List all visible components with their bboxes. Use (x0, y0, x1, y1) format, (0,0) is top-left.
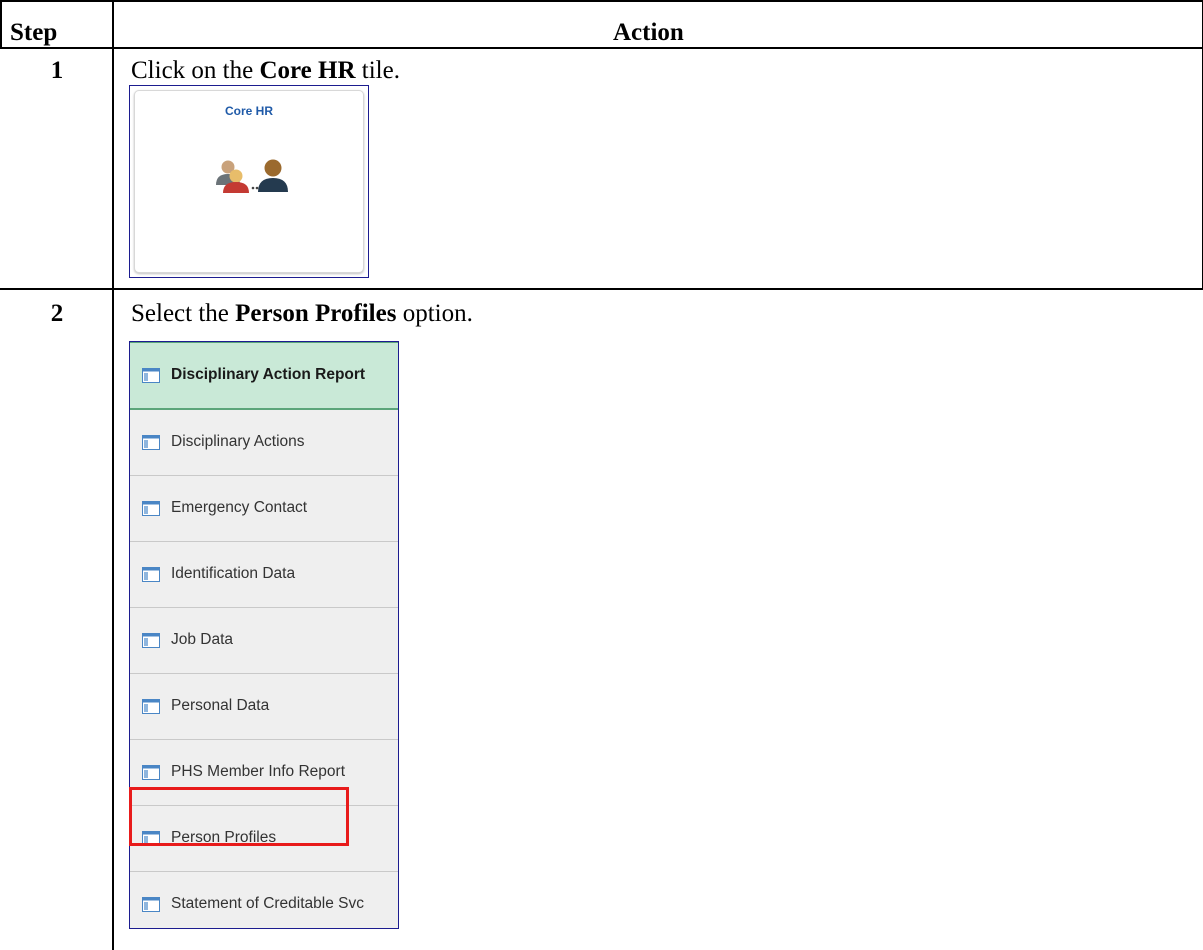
menu-item-statement-of-creditable-svc[interactable]: Statement of Creditable Svc (130, 872, 398, 928)
menu-item-label: PHS Member Info Report (171, 763, 346, 780)
header-step: Step (10, 19, 58, 46)
core-hr-tile[interactable]: Core HR (129, 85, 369, 278)
instruction-2-text: Select the (131, 300, 236, 327)
component-page-icon (142, 435, 160, 450)
menu-item-personal-data[interactable]: Personal Data (130, 674, 398, 740)
menu-item-job-data[interactable]: Job Data (130, 608, 398, 674)
menu-item-label: Disciplinary Actions (171, 433, 305, 450)
menu-item-label: Personal Data (171, 697, 270, 714)
component-page-icon (142, 633, 160, 648)
component-page-icon (142, 765, 160, 780)
menu-item-disciplinary-action-report[interactable]: Disciplinary Action Report (130, 342, 398, 410)
instruction-1-text: Click on the (131, 57, 260, 84)
menu-item-label: Disciplinary Action Report (171, 366, 366, 383)
step-number-2: 2 (50, 300, 64, 327)
component-page-icon (142, 699, 160, 714)
instruction-1-emphasis: Core HR (259, 57, 356, 84)
header-bottom-border (0, 47, 1203, 49)
menu-item-label: Emergency Contact (171, 499, 308, 516)
menu-item-identification-data[interactable]: Identification Data (130, 542, 398, 608)
menu-item-emergency-contact[interactable]: Emergency Contact (130, 476, 398, 542)
menu-item-disciplinary-actions[interactable]: Disciplinary Actions (130, 410, 398, 476)
tile-title: Core HR (224, 104, 273, 118)
instruction-1: Click on the Core HR tile. (131, 56, 400, 86)
instruction-2: Select the Person Profiles option. (131, 299, 473, 329)
table-top-border (0, 0, 1203, 2)
people-group-icon (216, 159, 288, 193)
tile-card[interactable]: Core HR (134, 90, 364, 273)
component-page-icon (142, 368, 160, 383)
row1-bottom-border (0, 288, 1203, 290)
header-action: Action (613, 19, 684, 46)
person-profiles-highlight-box (129, 787, 349, 846)
component-page-icon (142, 501, 160, 516)
instruction-1-text-end: tile. (355, 57, 400, 84)
component-page-icon (142, 897, 160, 912)
menu-item-label: Statement of Creditable Svc (171, 895, 364, 912)
menu-item-label: Job Data (171, 631, 234, 648)
instruction-2-emphasis: Person Profiles (235, 300, 397, 327)
table-left-border (0, 0, 2, 47)
menu-item-label: Identification Data (171, 565, 296, 582)
instruction-2-text-end: option. (396, 300, 473, 327)
step-number-1: 1 (50, 57, 64, 84)
component-page-icon (142, 567, 160, 582)
step-column-divider (112, 0, 114, 950)
